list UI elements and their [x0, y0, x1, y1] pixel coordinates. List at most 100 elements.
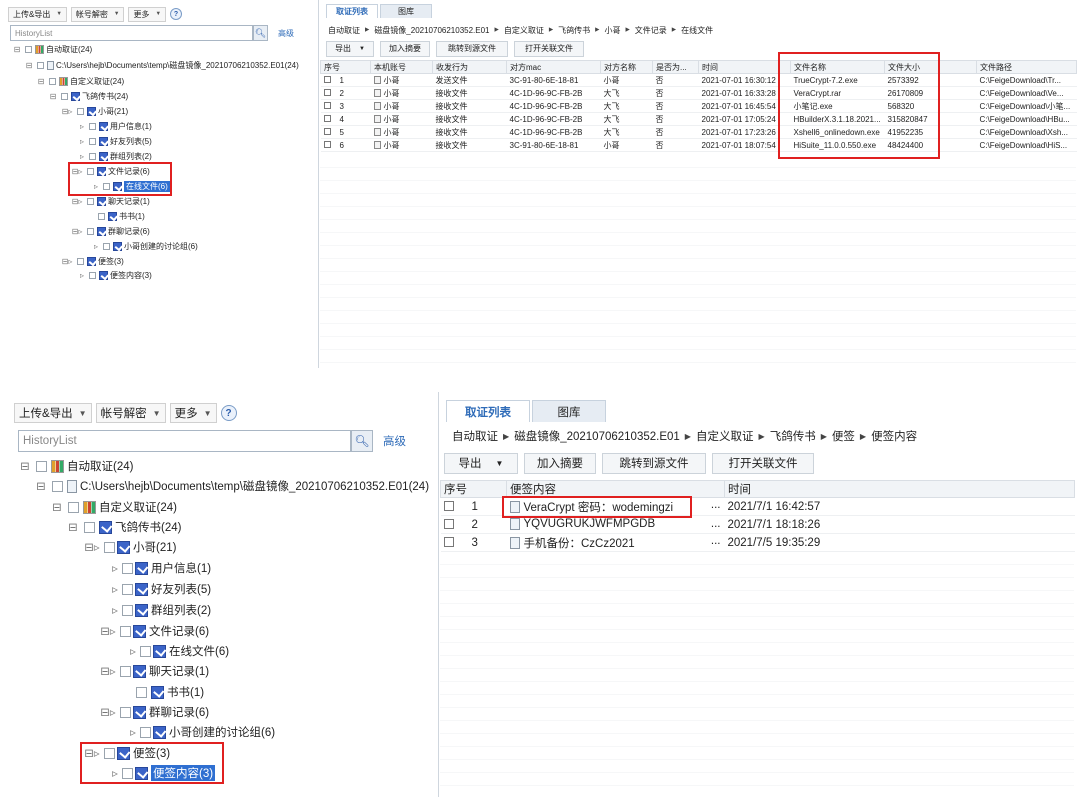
tree-node-discussion[interactable]: ▹ 小哥创建的讨论组(6)	[92, 241, 198, 252]
collapse-icon[interactable]: ⊟▹	[60, 257, 74, 266]
breadcrumb-item[interactable]: 小哥	[604, 25, 620, 36]
checkbox[interactable]	[77, 108, 84, 115]
breadcrumb-item[interactable]: 自定义取证	[696, 428, 754, 444]
checkbox[interactable]	[103, 243, 110, 250]
column-header[interactable]: 序号	[320, 60, 371, 74]
checkbox[interactable]	[98, 213, 105, 220]
tree-node-custom[interactable]: ⊟ 自定义取证(24)	[36, 76, 124, 87]
advanced-link[interactable]: 高级	[278, 28, 294, 39]
tab-gallery[interactable]: 图库	[532, 400, 606, 422]
table-row[interactable]: 1 小哥 发送文件 3C-91-80-6E-18-81 小哥 否 2021-07-01 16…	[320, 73, 1077, 87]
pane-divider[interactable]	[318, 0, 319, 368]
breadcrumb-item[interactable]: 自动取证	[452, 428, 498, 444]
checkbox[interactable]	[120, 706, 131, 718]
checkbox[interactable]	[25, 46, 32, 53]
column-header[interactable]: 收发行为	[432, 60, 507, 74]
tree-node-xiaoge[interactable]: ⊟▹ 小哥(21)	[60, 106, 128, 117]
checkbox[interactable]	[49, 78, 56, 85]
breadcrumb-item[interactable]: 自定义取证	[504, 25, 544, 36]
advanced-link[interactable]: 高级	[383, 433, 406, 449]
checkbox[interactable]	[122, 562, 133, 574]
column-header[interactable]: 时间	[724, 480, 1075, 498]
help-icon[interactable]: ?	[220, 405, 237, 421]
goto-source-button[interactable]: 跳转到源文件	[602, 452, 706, 474]
checkbox[interactable]	[61, 93, 68, 100]
breadcrumb-item[interactable]: 文件记录	[635, 25, 667, 36]
breadcrumb-item[interactable]: 磁盘镜像_20210706210352.E01	[514, 428, 680, 444]
checkbox[interactable]	[140, 726, 151, 738]
column-header[interactable]: 文件路径	[976, 60, 1077, 74]
more-button[interactable]: 更多 ▼	[128, 6, 166, 22]
collapse-icon[interactable]: ⊟▹	[98, 664, 118, 678]
column-header[interactable]: 序号	[440, 480, 507, 498]
checkbox[interactable]	[89, 272, 96, 279]
tree-node-online-files[interactable]: ▹ 在线文件(6)	[128, 643, 229, 659]
pane-divider[interactable]	[438, 392, 439, 797]
tree-node-user-info[interactable]: ▹ 用户信息(1)	[78, 121, 152, 132]
search-button[interactable]: 🔍︎	[253, 25, 268, 41]
row-checkbox[interactable]	[323, 114, 331, 122]
tree-node-groups[interactable]: ▹ 群组列表(2)	[78, 151, 152, 162]
tree-node-group-chat[interactable]: ⊟▹ 群聊记录(6)	[98, 704, 209, 720]
breadcrumb-item[interactable]: 便签	[832, 428, 855, 444]
tree-node-friends[interactable]: ▹ 好友列表(5)	[110, 581, 211, 597]
account-decrypt-button[interactable]: 帐号解密 ▼	[70, 6, 125, 22]
upload-export-button[interactable]: 上传&导出 ▼	[8, 6, 67, 22]
checkbox[interactable]	[89, 138, 96, 145]
tree-node-user-info[interactable]: ▹ 用户信息(1)	[110, 560, 211, 576]
export-button[interactable]: 导出 ▼	[444, 452, 518, 474]
table-row[interactable]: 5 小哥 接收文件 4C-1D-96-9C-FB-2B 大飞 否 2021-07-01 17…	[320, 125, 1077, 139]
collapse-icon[interactable]: ⊟	[48, 92, 58, 101]
checkbox[interactable]	[104, 541, 115, 553]
checkbox[interactable]	[77, 258, 84, 265]
tree-node-friends[interactable]: ▹ 好友列表(5)	[78, 136, 152, 147]
checkbox[interactable]	[122, 583, 133, 595]
checkbox[interactable]	[140, 645, 151, 657]
checkbox[interactable]	[89, 123, 96, 130]
collapse-icon[interactable]: ⊟▹	[60, 107, 74, 116]
search-input[interactable]: HistoryList	[18, 430, 351, 452]
collapse-icon[interactable]: ⊟▹	[98, 624, 118, 638]
tree-node-image[interactable]: ⊟ C:\Users\hejb\Documents\temp\磁盘镜像_20210…	[34, 478, 429, 494]
tree-node-shushu[interactable]: 书书(1)	[132, 684, 204, 700]
collapse-icon[interactable]: ⊟▹	[70, 227, 84, 236]
column-header[interactable]: 是否为...	[652, 60, 699, 74]
add-summary-button[interactable]: 加入摘要	[380, 40, 430, 57]
checkbox[interactable]	[122, 604, 133, 616]
collapse-icon[interactable]: ⊟	[18, 459, 32, 473]
tree-node-chat-records[interactable]: ⊟▹ 聊天记录(1)	[70, 196, 150, 207]
help-icon[interactable]: ?	[169, 8, 182, 20]
column-header[interactable]: 便签内容	[506, 480, 725, 498]
column-header[interactable]: 本机账号	[370, 60, 433, 74]
ellipsis-marker[interactable]: ...	[711, 499, 721, 511]
row-checkbox[interactable]	[443, 537, 454, 548]
collapse-icon[interactable]: ⊟▹	[82, 540, 102, 554]
collapse-icon[interactable]: ⊟	[24, 61, 34, 70]
open-related-button[interactable]: 打开关联文件	[712, 452, 814, 474]
checkbox[interactable]	[136, 686, 147, 698]
export-button[interactable]: 导出 ▼	[326, 40, 374, 57]
row-checkbox[interactable]	[323, 127, 331, 135]
checkbox[interactable]	[87, 198, 94, 205]
tree-node-file-records[interactable]: ⊟▹ 文件记录(6)	[98, 623, 209, 639]
table-row[interactable]: 3 小哥 接收文件 4C-1D-96-9C-FB-2B 大飞 否 2021-07-01 16…	[320, 99, 1077, 113]
tree-node-feige[interactable]: ⊟ 飞鸽传书(24)	[66, 519, 181, 535]
row-checkbox[interactable]	[443, 501, 454, 512]
checkbox[interactable]	[37, 62, 44, 69]
open-related-button[interactable]: 打开关联文件	[514, 40, 584, 57]
tree-node-custom[interactable]: ⊟ 自定义取证(24)	[50, 499, 177, 515]
checkbox[interactable]	[87, 228, 94, 235]
collapse-icon[interactable]: ⊟▹	[98, 705, 118, 719]
tree-node-discussion[interactable]: ▹ 小哥创建的讨论组(6)	[128, 724, 275, 740]
tree-node-auto[interactable]: ⊟ 自动取证(24)	[18, 458, 133, 474]
breadcrumb-item[interactable]: 飞鸽传书	[770, 428, 816, 444]
checkbox[interactable]	[120, 625, 131, 637]
breadcrumb-item[interactable]: 在线文件	[681, 25, 713, 36]
tree-node-xiaoge[interactable]: ⊟▹ 小哥(21)	[82, 539, 176, 555]
upload-export-button[interactable]: 上传&导出 ▼	[14, 403, 92, 423]
tab-gallery[interactable]: 图库	[380, 4, 432, 18]
table-row[interactable]: 2 小哥 接收文件 4C-1D-96-9C-FB-2B 大飞 否 2021-07-01 16…	[320, 86, 1077, 100]
tab-evidence-list[interactable]: 取证列表	[326, 4, 378, 18]
search-input[interactable]: HistoryList	[10, 25, 253, 41]
tree-node-auto[interactable]: ⊟ 自动取证(24)	[12, 44, 92, 55]
